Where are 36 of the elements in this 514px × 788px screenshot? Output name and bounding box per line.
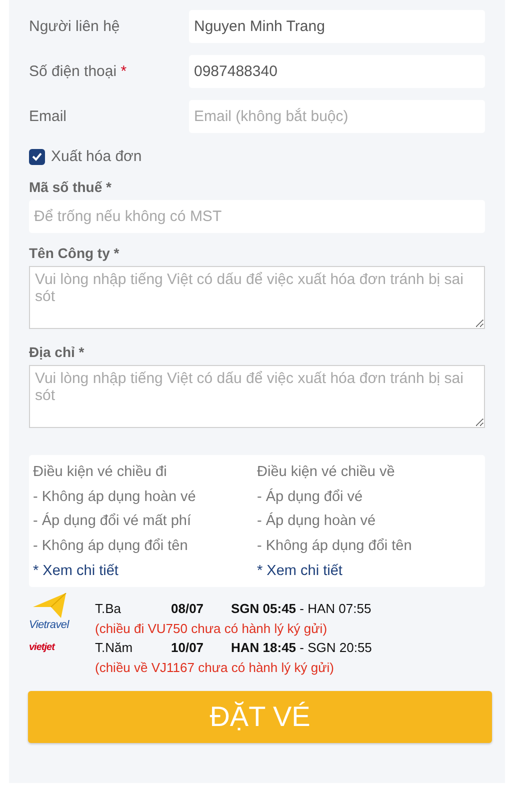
field-label: Tên Công ty *	[29, 245, 120, 261]
condition-item: - Không áp dụng đổi tên	[257, 536, 413, 556]
text-area[interactable]: Vui lòng nhập tiếng Việt có dấu để việc xuất hóa đơn tránh bị sai sót	[29, 365, 485, 428]
flight-date: 08/07	[171, 600, 205, 618]
input-field[interactable]: Nguyen Minh Trang	[189, 10, 485, 43]
details-link[interactable]: * Xem chi tiết	[257, 563, 481, 579]
input-field[interactable]: 0987488340	[189, 55, 485, 88]
airline-logo: Vietravel	[29, 619, 69, 631]
flight-day: T.Năm	[95, 638, 171, 658]
text-area[interactable]: Vui lòng nhập tiếng Việt có dấu để việc xuất hóa đơn tránh bị sai sót	[29, 266, 485, 329]
airline-logo: vietjet	[29, 642, 54, 653]
checkmark-icon	[32, 152, 42, 161]
baggage-note: (chiều về VJ1167 chưa có hành lý ký gửi)	[95, 659, 336, 677]
input-field[interactable]: Email (không bắt buộc)	[189, 100, 485, 133]
checkbox[interactable]	[29, 148, 45, 164]
condition-item: - Không áp dụng đổi tên	[33, 536, 189, 556]
condition-item: - Không áp dụng hoàn vé	[33, 488, 197, 506]
baggage-note: (chiều đi VU750 chưa có hành lý ký gửi)	[95, 620, 328, 638]
field-label: Địa chỉ *	[29, 344, 86, 360]
condition-item: - Áp dụng hoàn vé	[257, 511, 377, 531]
conditions-title: Điều kiện vé chiều về	[257, 463, 396, 482]
field-label: Số điện thoại *	[29, 63, 128, 80]
field-label: Người liên hệ	[29, 18, 121, 35]
field-label: Mã số thuế *	[29, 179, 112, 195]
checkbox-label: Xuất hóa đơn	[51, 148, 142, 165]
flight-day: T.Ba	[95, 599, 171, 619]
conditions-title: Điều kiện vé chiều đi	[33, 463, 168, 482]
input-field[interactable]: Để trống nếu không có MST	[29, 200, 485, 233]
paper-plane-icon	[33, 593, 67, 619]
condition-item: - Áp dụng đổi vé	[257, 487, 364, 506]
details-link[interactable]: * Xem chi tiết	[33, 563, 257, 579]
field-label: Email	[29, 108, 68, 125]
flight-route: SGN 05:45 - HAN 07:55	[231, 600, 372, 618]
condition-item: - Áp dụng đổi vé mất phí	[33, 511, 192, 531]
flight-route: HAN 18:45 - SGN 20:55	[231, 639, 373, 657]
flight-date: 10/07	[171, 639, 205, 657]
